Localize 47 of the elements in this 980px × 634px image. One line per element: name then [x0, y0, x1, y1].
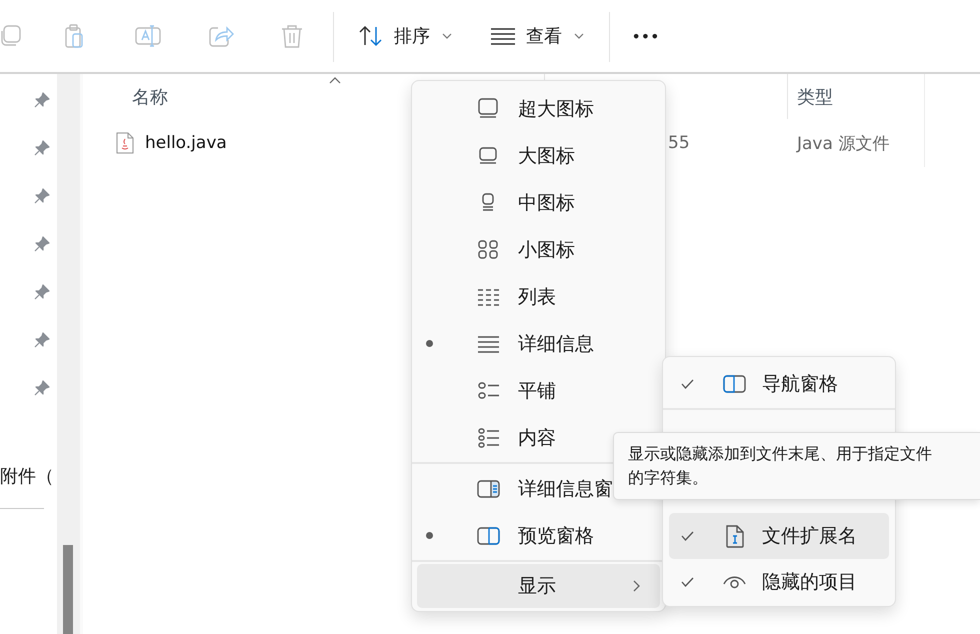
scrollbar[interactable]: [57, 74, 83, 634]
menu-item[interactable]: 隐藏的项目: [669, 559, 889, 605]
menu-item[interactable]: 预览窗格: [417, 512, 613, 559]
menu-item[interactable]: 内容: [417, 414, 613, 461]
pin-icon: [34, 380, 50, 396]
details-pane-icon: [477, 478, 500, 499]
content-view-icon: [477, 427, 500, 448]
menu-item[interactable]: 列表: [417, 273, 613, 320]
navigation-pane-icon: [723, 372, 746, 396]
preview-pane-icon: [477, 525, 500, 546]
file-name[interactable]: hello.java: [145, 133, 227, 153]
chevron-down-icon: [442, 33, 452, 39]
chevron-right-icon: [633, 580, 640, 592]
more-button[interactable]: •••: [628, 22, 664, 52]
column-header[interactable]: 名称: [132, 84, 168, 108]
menu-item[interactable]: 超大图标: [417, 85, 613, 132]
sort-button[interactable]: 排序: [354, 16, 456, 56]
menu-item[interactable]: 中图标: [417, 179, 613, 226]
small-icons-icon: [477, 239, 500, 260]
pin-icon: [34, 92, 50, 108]
tooltip-text: 显示或隐藏添加到文件末尾、用于指定文件: [628, 443, 932, 465]
menu-item[interactable]: 导航窗格: [669, 361, 889, 407]
tiles-icon: [477, 380, 500, 401]
table-cell-text: Java 源文件: [797, 132, 890, 154]
menu-item[interactable]: 平铺: [417, 367, 613, 414]
menu-item[interactable]: 详细信息窗: [417, 465, 613, 512]
java-file-icon: [116, 132, 134, 154]
tooltip-text: 的字符集。: [628, 467, 708, 489]
chevron-down-icon: [574, 33, 584, 39]
pin-icon: [34, 284, 50, 300]
view-button[interactable]: 查看: [486, 16, 588, 56]
column-header[interactable]: 类型: [797, 84, 833, 108]
sort-icon: [358, 24, 384, 48]
menu-item[interactable]: 大图标: [417, 132, 613, 179]
extra-large-icons-icon: [477, 98, 500, 119]
table-cell: 55: [668, 133, 690, 153]
menu-item[interactable]: 详细信息: [417, 320, 613, 367]
pin-icon: [34, 236, 50, 252]
menu-item[interactable]: 显示: [417, 564, 660, 608]
sidebar-item[interactable]: 附件（: [0, 464, 57, 490]
pin-icon: [34, 140, 50, 156]
list-icon: [490, 26, 516, 46]
scrollbar-thumb[interactable]: [63, 545, 73, 634]
menu-item[interactable]: 文件扩展名: [669, 513, 889, 559]
menu-item[interactable]: 小图标: [417, 226, 613, 273]
pin-icon: [34, 332, 50, 348]
pin-icon: [34, 188, 50, 204]
